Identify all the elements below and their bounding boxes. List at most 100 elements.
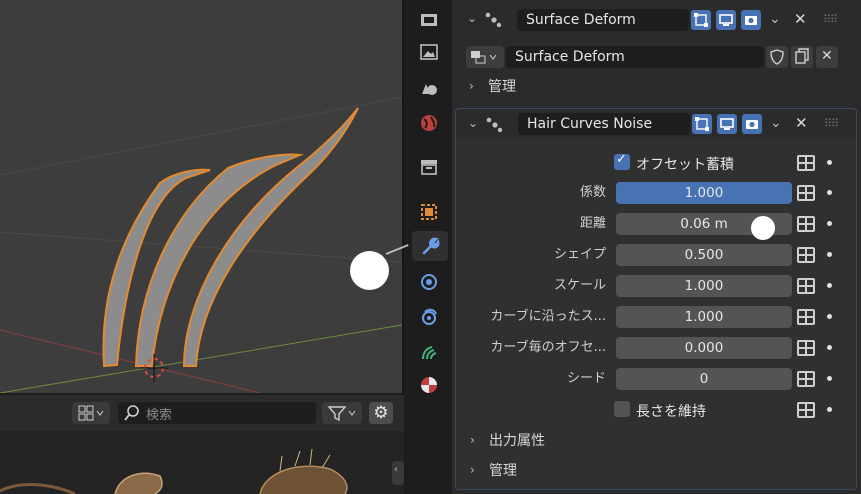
- tab-modifier[interactable]: [412, 231, 448, 261]
- chevron-left-icon: ‹: [394, 464, 398, 475]
- close-icon: ✕: [821, 48, 833, 64]
- node-socket-icon: [797, 247, 815, 263]
- asset-browser-content[interactable]: ‹: [0, 431, 404, 494]
- viewport-toggle[interactable]: [717, 114, 737, 134]
- fake-user-button[interactable]: [766, 46, 788, 68]
- decorator-button[interactable]: [796, 307, 816, 327]
- viewport-toggle[interactable]: [716, 10, 736, 30]
- per-curve-offset-field[interactable]: 0.000: [616, 337, 792, 359]
- chevron-down-icon[interactable]: ⌄: [468, 116, 478, 130]
- decorator-button[interactable]: [796, 214, 816, 234]
- surface-data-type-button[interactable]: [466, 46, 504, 68]
- node-socket-icon: [797, 278, 815, 294]
- node-socket-icon: [797, 216, 815, 232]
- modifier-type-icon: [484, 10, 502, 32]
- seed-field[interactable]: 0: [616, 368, 792, 390]
- checkbox-label: 長さを維持: [636, 404, 706, 420]
- edit-mode-icon: [695, 117, 709, 131]
- modifier-header: ⌄ Hair Curves Noise ⌄ ✕ ⠿⠿: [456, 109, 856, 139]
- keyframe-dot[interactable]: [827, 407, 832, 412]
- decorator-button[interactable]: [796, 338, 816, 358]
- row-label-along-curve: カーブに沿ったス...: [490, 309, 606, 324]
- chevron-right-icon: ›: [470, 463, 475, 477]
- shape-field[interactable]: 0.500: [616, 244, 792, 266]
- tab-collection[interactable]: [414, 152, 444, 182]
- asset-search-field[interactable]: 検索: [118, 402, 316, 424]
- manage-subpanel-header[interactable]: › 管理: [455, 76, 755, 98]
- decorator-button[interactable]: [796, 400, 816, 420]
- keyframe-dot[interactable]: [827, 376, 832, 381]
- physics-icon: [422, 308, 437, 325]
- keyframe-dot[interactable]: [827, 160, 832, 165]
- factor-field[interactable]: 1.000: [616, 182, 792, 204]
- tool-icon: [421, 14, 437, 26]
- drag-handle-icon[interactable]: ⠿⠿: [823, 13, 838, 26]
- tab-world[interactable]: [414, 108, 444, 138]
- decorator-button[interactable]: [796, 276, 816, 296]
- checkbox-unchecked: [614, 401, 630, 417]
- decorator-button[interactable]: [796, 153, 816, 173]
- chevron-down-icon[interactable]: ⌄: [467, 11, 477, 25]
- keep-length-checkbox[interactable]: 長さを維持: [614, 399, 794, 421]
- drag-handle-icon[interactable]: ⠿⠿: [824, 117, 839, 130]
- edit-mode-toggle[interactable]: [692, 114, 712, 134]
- offset-accumulate-checkbox[interactable]: ✓ オフセット蓄積: [614, 152, 794, 174]
- tab-output[interactable]: [414, 37, 444, 67]
- keyframe-dot[interactable]: [827, 190, 832, 195]
- shield-icon: [770, 49, 784, 65]
- output-attributes-subpanel-header[interactable]: › 出力属性: [456, 429, 854, 453]
- duplicate-button[interactable]: [791, 46, 813, 68]
- modifier-name-field[interactable]: Surface Deform: [517, 9, 689, 31]
- hair-curve-3: [182, 107, 359, 367]
- dropdown-chevron-icon[interactable]: ⌄: [769, 11, 781, 27]
- edit-mode-toggle[interactable]: [691, 10, 711, 30]
- render-toggle[interactable]: [741, 10, 761, 30]
- modifier-name-field[interactable]: Hair Curves Noise: [518, 113, 690, 135]
- 3d-viewport[interactable]: [0, 0, 402, 393]
- along-curve-field[interactable]: 1.000: [616, 306, 792, 328]
- manage-subpanel-header[interactable]: › 管理: [456, 459, 854, 483]
- asset-thumbnails: [0, 448, 348, 494]
- node-socket-icon: [797, 371, 815, 387]
- scale-field[interactable]: 1.000: [616, 275, 792, 297]
- render-toggle[interactable]: [742, 114, 762, 134]
- tab-object-data[interactable]: [414, 337, 444, 367]
- modifier-type-icon: [485, 115, 503, 137]
- filter-button[interactable]: [322, 402, 362, 424]
- decorator-button[interactable]: [796, 369, 816, 389]
- chevron-right-icon: ›: [470, 433, 475, 447]
- close-icon[interactable]: ✕: [795, 114, 808, 132]
- subpanel-label: 管理: [488, 79, 516, 95]
- tab-tool[interactable]: [414, 5, 444, 35]
- image-icon: [420, 44, 438, 60]
- node-socket-icon: [797, 340, 815, 356]
- keyframe-dot[interactable]: [827, 283, 832, 288]
- keyframe-dot[interactable]: [827, 221, 832, 226]
- display-mode-button[interactable]: [72, 402, 110, 424]
- keyframe-dot[interactable]: [827, 314, 832, 319]
- tab-physics[interactable]: [414, 302, 444, 332]
- keyframe-dot[interactable]: [827, 252, 832, 257]
- tab-particles[interactable]: [414, 267, 444, 297]
- row-label-per-curve-offset: カーブ毎のオフセ...: [490, 340, 606, 355]
- close-icon[interactable]: ✕: [794, 10, 807, 28]
- viewport-scene: [0, 96, 402, 393]
- unlink-button[interactable]: ✕: [816, 46, 838, 68]
- tab-scene[interactable]: [414, 73, 444, 103]
- subpanel-label: 出力属性: [489, 433, 545, 449]
- row-label-scale: スケール: [553, 278, 606, 293]
- modifier-panel-hair-curves-noise: ⌄ Hair Curves Noise ⌄ ✕ ⠿⠿ ✓ オフセット蓄積 係数 …: [455, 108, 857, 490]
- edit-mode-icon: [694, 13, 708, 27]
- tab-object[interactable]: [414, 197, 444, 227]
- dropdown-chevron-icon[interactable]: ⌄: [770, 115, 782, 131]
- settings-button[interactable]: ⚙: [369, 402, 393, 424]
- tab-material[interactable]: [414, 370, 444, 400]
- keyframe-dot[interactable]: [827, 345, 832, 350]
- decorator-button[interactable]: [796, 245, 816, 265]
- surface-data-field[interactable]: Surface Deform: [506, 46, 764, 68]
- gear-icon: ⚙: [373, 403, 389, 423]
- hair-curves-icon: [422, 346, 437, 360]
- decorator-button[interactable]: [796, 183, 816, 203]
- sidebar-toggle[interactable]: ‹: [392, 461, 404, 485]
- checkbox-checked: ✓: [614, 152, 630, 170]
